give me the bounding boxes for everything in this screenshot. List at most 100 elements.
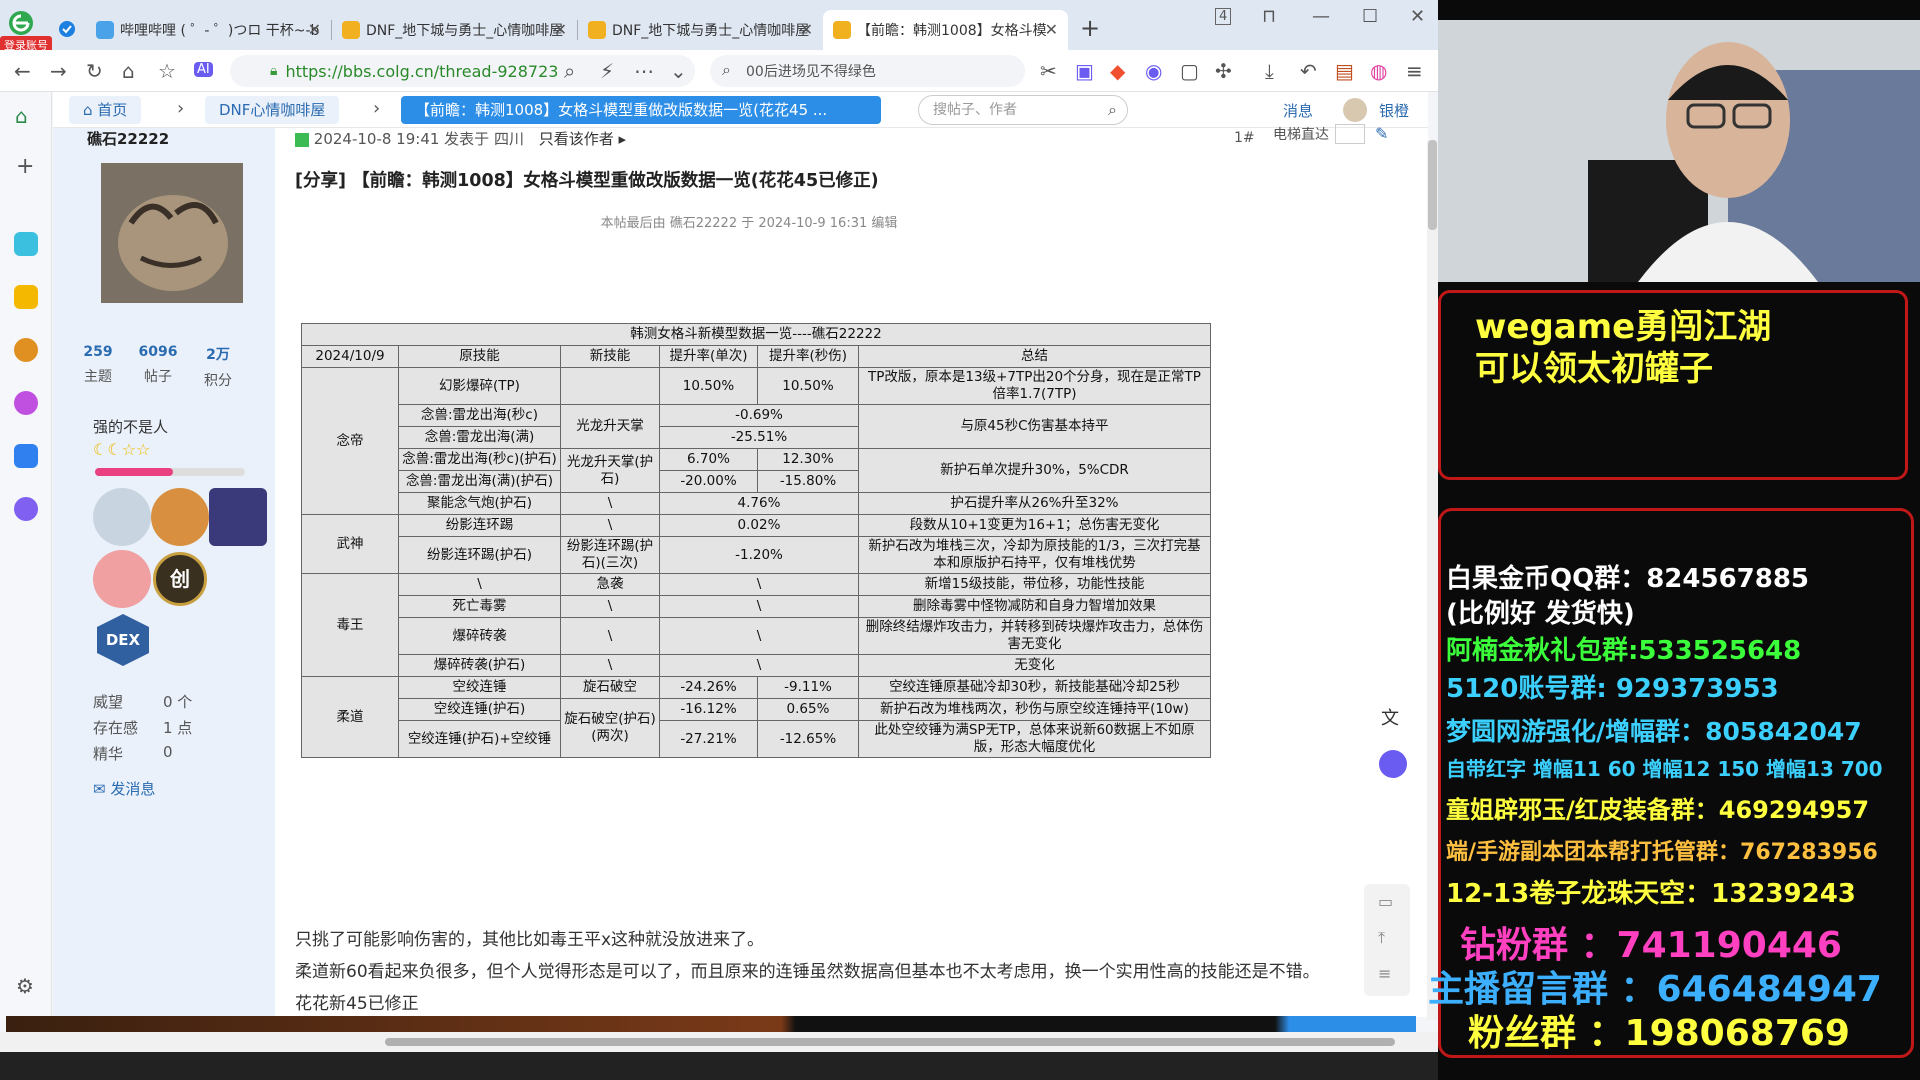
extension-icon[interactable]: ✣ (1215, 59, 1232, 83)
stream-overlay: wegame勇闯江湖 可以领太初罐子 白果金币QQ群：824567885 (比例… (1428, 0, 1920, 1080)
browser-search-input[interactable]: ⌕ 00后进场见不得绿色 (710, 55, 1025, 87)
menu-icon[interactable]: ≡ (1406, 59, 1423, 83)
game-strip (6, 1016, 1416, 1032)
pinned-tab-icon[interactable] (58, 20, 76, 38)
stat-points[interactable]: 2万 积分 (188, 344, 248, 390)
tab-bar: 登录账号 哔哩哔哩 ( ゜- ゜)つロ 干杯~-b ✕ DNF_地下城与勇士_心… (0, 0, 1438, 54)
stat-posts[interactable]: 6096 帖子 (128, 344, 188, 386)
author-name[interactable]: 礁石22222 (87, 128, 169, 149)
translate-icon[interactable]: ▣ (1075, 59, 1094, 83)
class-wushen: 武神 (301, 514, 399, 574)
author-avatar[interactable] (101, 163, 243, 303)
send-message-link[interactable]: ✉ 发消息 (93, 778, 155, 799)
briefcase-icon[interactable]: ▤ (1335, 59, 1354, 83)
mail-icon: ✉ (93, 780, 111, 798)
favorite-star-icon[interactable]: ☆ (158, 59, 176, 83)
game-icon[interactable]: ◆ (1110, 59, 1125, 83)
breadcrumb-home[interactable]: ⌂ 首页 (69, 96, 142, 124)
breadcrumb-forum[interactable]: DNF心情咖啡屋 (205, 96, 340, 124)
tab-label: DNF_地下城与勇士_心情咖啡屋 (612, 23, 810, 39)
chevron-down-icon[interactable]: ⌄ (670, 59, 687, 83)
sidebar-home-icon[interactable]: ⌂ (15, 104, 28, 128)
promo-box: wegame勇闯江湖 可以领太初罐子 (1438, 290, 1908, 480)
sidebar-settings-icon[interactable]: ⚙ (16, 974, 34, 998)
tab-colg-2[interactable]: DNF_地下城与勇士_心情咖啡屋 ✕ (578, 10, 823, 50)
color-wheel-icon[interactable]: ◍ (1370, 59, 1387, 83)
list-icon[interactable]: ≡ (1378, 964, 1391, 983)
class-nian: 念帝 (301, 367, 399, 515)
sidebar-bot-icon[interactable] (14, 497, 38, 521)
sidebar-app-icon[interactable] (14, 232, 38, 256)
medal-badge-icon[interactable]: 创 (153, 552, 207, 606)
sidebar-star-icon[interactable] (14, 285, 38, 309)
streamer-image (1438, 20, 1920, 282)
edit-note: 本帖最后由 礁石22222 于 2024-10-9 16:31 编辑 (600, 216, 898, 231)
medal-doll-icon[interactable] (93, 550, 151, 608)
table-row: 空绞连锤(护石) 旋石破空(护石)(两次) -16.12% 0.65% 新护石改为堆… (302, 698, 1211, 758)
bot-icon[interactable]: ◉ (1145, 59, 1162, 83)
lightning-icon[interactable]: ⚡︎ (600, 59, 614, 83)
zoom-icon[interactable]: ⌕ (564, 59, 575, 83)
translate-float-icon[interactable]: 文 (1381, 704, 1399, 730)
sidebar-chat-icon[interactable] (14, 338, 38, 362)
close-icon[interactable]: ✕ (554, 20, 567, 39)
scissors-icon[interactable]: ✂ (1040, 59, 1057, 83)
table-row: 毒王 \ 急袭 \ 新增15级技能，带位移，功能性技能 (301, 573, 1211, 677)
post-search-input[interactable]: 搜帖子、作者 ⌕ (918, 95, 1128, 125)
close-icon[interactable]: ✕ (308, 20, 321, 39)
ai-icon[interactable]: AI (194, 62, 213, 77)
pencil-icon[interactable]: ✎ (1375, 124, 1388, 143)
forward-icon[interactable]: → (50, 59, 67, 83)
promo-line-2: 可以领太初罐子 (1475, 349, 1713, 389)
username-link[interactable]: 银橙 (1379, 100, 1409, 121)
lock-icon: 🔒︎ (270, 63, 278, 79)
comment-icon[interactable]: ▭ (1378, 892, 1393, 911)
maximize-icon[interactable]: ☐ (1362, 6, 1378, 27)
reload-icon[interactable]: ↻ (86, 59, 103, 83)
close-icon[interactable]: ✕ (1045, 20, 1058, 39)
window-icon[interactable]: ▢ (1180, 59, 1199, 83)
tab-colg-active[interactable]: 【前瞻：韩测1008】女格斗模 ✕ (823, 10, 1068, 50)
browser-logo-icon[interactable] (6, 8, 36, 38)
back-to-top-icon[interactable]: ⤒ (1378, 928, 1385, 948)
group-line: 5120账号群: 929373953 (1446, 674, 1779, 704)
only-author-link[interactable]: 只看该作者 ▸ (539, 130, 626, 148)
table-row: 纷影连环踢(护石) 纷影连环踢(护石)(三次) -1.20% 新护石改为堆栈三次，冷… (302, 536, 1211, 574)
home-icon[interactable]: ⌂ (122, 59, 135, 83)
back-icon[interactable]: ← (14, 59, 31, 83)
window-close-icon[interactable]: ✕ (1410, 6, 1425, 27)
medal-seal-icon[interactable] (93, 488, 151, 546)
sidebar-ai-icon[interactable] (14, 391, 38, 415)
elevator-input[interactable] (1335, 124, 1365, 144)
horizontal-scrollbar[interactable] (0, 1032, 1438, 1052)
table-row: 念帝 幻影爆碎(TP) 10.50% 10.50% TP改版，原本是13级+7TP… (301, 367, 1211, 515)
shirt-icon[interactable]: ⊓ (1262, 6, 1276, 27)
medal-character-icon[interactable] (209, 488, 267, 546)
essence-value: 0 (163, 743, 173, 761)
minimize-icon[interactable]: — (1312, 6, 1330, 27)
avatar[interactable] (1343, 98, 1367, 122)
tab-count-badge[interactable]: 4 (1215, 8, 1232, 25)
tab-bilibili[interactable]: 哔哩哔哩 ( ゜- ゜)つロ 干杯~-b ✕ (86, 10, 331, 50)
tab-colg-1[interactable]: DNF_地下城与勇士_心情咖啡屋 ✕ (332, 10, 577, 50)
messages-link[interactable]: 消息 (1283, 100, 1313, 121)
medal-monkey-icon[interactable] (151, 488, 209, 546)
group-line: 梦圆网游强化/增幅群：805842047 (1446, 717, 1862, 746)
close-icon[interactable]: ✕ (800, 20, 813, 39)
table-row: 爆碎砖袭(护石) \ \ 无变化 (302, 654, 1211, 677)
vertical-scrollbar[interactable] (1427, 140, 1438, 1020)
post-meta: 2024-10-8 19:41 发表于 四川 (313, 130, 524, 148)
search-icon[interactable]: ⌕ (1108, 96, 1117, 124)
medal-dex-icon[interactable]: DEX (97, 614, 149, 666)
more-icon[interactable]: ⋯ (634, 59, 654, 83)
undo-icon[interactable]: ↶ (1300, 59, 1317, 83)
address-bar[interactable]: 🔒︎ https://bbs.colg.cn/thread-928723 (230, 55, 695, 87)
bot-float-icon[interactable] (1379, 750, 1407, 778)
sidebar-ai2-icon[interactable] (14, 444, 38, 468)
stat-topics[interactable]: 259 主题 (68, 344, 128, 386)
download-icon[interactable]: ⤓ (1265, 59, 1274, 83)
new-tab-button[interactable]: + (1080, 14, 1100, 42)
paragraph: 花花新45已修正 (295, 994, 419, 1014)
sidebar-add-icon[interactable]: + (16, 154, 34, 179)
breadcrumb-current[interactable]: 【前瞻：韩测1008】女格斗模型重做改版数据一览(花花45 ... (401, 96, 881, 124)
